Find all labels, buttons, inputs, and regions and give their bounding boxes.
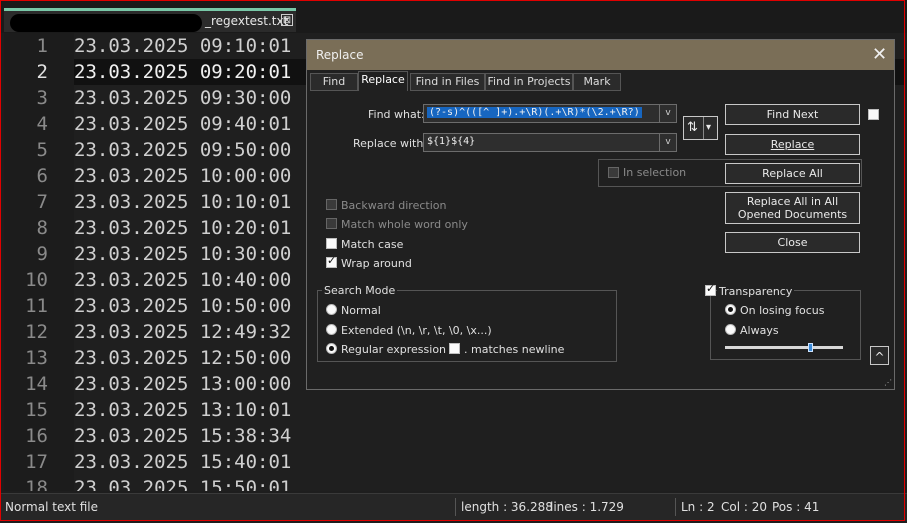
dot-matches-newline-checkbox[interactable] (449, 343, 460, 354)
line-number: 8 (36, 217, 48, 239)
line-number: 1 (36, 35, 48, 57)
find-next-button[interactable]: Find Next (725, 104, 860, 125)
replace-with-value[interactable]: ${1}${4} (427, 136, 475, 147)
regex-mode-label: Regular expression (341, 343, 447, 356)
line-number: 12 (25, 321, 48, 343)
line-number: 10 (25, 269, 48, 291)
search-mode-legend: Search Mode (322, 284, 398, 297)
backward-direction-label: Backward direction (341, 199, 447, 212)
transparency-slider-thumb[interactable] (807, 343, 813, 352)
in-selection-label: In selection (623, 166, 687, 179)
line-number: 11 (25, 295, 48, 317)
doc-lines: lines : 1.729 (550, 500, 624, 514)
find-what-label: Find what: (368, 108, 425, 121)
line-number: 16 (25, 425, 48, 447)
text-line[interactable]: 23.03.2025 15:40:01 (74, 449, 905, 475)
whole-word-checkbox[interactable] (326, 218, 337, 229)
line-number: 3 (36, 87, 48, 109)
line-number: 15 (25, 399, 48, 421)
swap-icon: ⇅ (687, 120, 698, 135)
match-case-checkbox[interactable] (326, 238, 337, 249)
text-line[interactable]: 23.03.2025 13:10:01 (74, 397, 905, 423)
in-selection-checkbox[interactable] (608, 167, 619, 178)
find-what-combo[interactable]: (?-s)^(([^ ]+).+\R)(.+\R)*(\2.+\R?) v (423, 104, 677, 123)
on-losing-focus-radio[interactable] (725, 304, 736, 315)
line-number: 9 (36, 243, 48, 265)
swap-dropdown-icon[interactable]: ▾ (706, 117, 711, 139)
doc-length: length : 36.288 (461, 500, 553, 514)
dot-matches-newline-label: . matches newline (464, 343, 565, 356)
status-bar: Normal text file length : 36.288 lines :… (0, 493, 907, 521)
tab-replace[interactable]: Replace (358, 71, 408, 91)
resize-grip-icon[interactable]: ⋰ (884, 378, 892, 387)
replace-history-dropdown-icon[interactable]: v (659, 134, 676, 151)
extended-mode-radio[interactable] (326, 324, 337, 335)
replace-with-combo[interactable]: ${1}${4} v (423, 133, 677, 152)
whole-word-label: Match whole word only (341, 218, 468, 231)
transparency-slider-track[interactable] (725, 346, 843, 349)
normal-mode-radio[interactable] (326, 304, 337, 315)
tab-bar: _regextest.txt ⊠ (0, 0, 907, 33)
tab-close-icon[interactable]: ⊠ (281, 14, 293, 26)
line-number: 18 (25, 477, 48, 491)
line-number: 14 (25, 373, 48, 395)
caret-position: Pos : 41 (772, 500, 820, 514)
wrap-around-checkbox[interactable] (326, 254, 337, 268)
swap-divider (703, 117, 704, 139)
dialog-close-icon[interactable]: ✕ (872, 44, 887, 65)
find-next-option-checkbox[interactable] (868, 109, 879, 120)
tab-find-in-files[interactable]: Find in Files (410, 73, 485, 91)
extended-mode-label: Extended (\n, \r, \t, \0, \x...) (341, 324, 492, 337)
replace-all-button[interactable]: Replace All (725, 163, 860, 184)
replace-all-opened-button[interactable]: Replace All in All Opened Documents (725, 192, 860, 224)
line-number: 4 (36, 113, 48, 135)
replace-with-label: Replace with: (353, 137, 428, 150)
tab-find-in-projects[interactable]: Find in Projects (485, 73, 573, 91)
line-number: 7 (36, 191, 48, 213)
file-type: Normal text file (5, 500, 99, 514)
text-line[interactable]: 23.03.2025 15:38:34 (74, 423, 905, 449)
always-label: Always (740, 324, 779, 337)
file-tab-label: _regextest.txt (205, 14, 289, 28)
wrap-around-label: Wrap around (341, 257, 412, 270)
line-number: 5 (36, 139, 48, 161)
line-number: 13 (25, 347, 48, 369)
redacted-path (10, 14, 202, 32)
line-number-gutter: 1 2 3 4 5 6 7 8 9 10 11 12 13 14 15 16 17 18 (4, 33, 74, 491)
tab-find[interactable]: Find (310, 73, 358, 91)
transparency-checkbox[interactable] (705, 282, 716, 296)
line-number: 17 (25, 451, 48, 473)
transparency-legend: Transparency (717, 285, 795, 298)
swap-button[interactable]: ⇅ ▾ (683, 116, 718, 140)
close-button[interactable]: Close (725, 232, 860, 253)
line-number: 6 (36, 165, 48, 187)
find-history-dropdown-icon[interactable]: v (659, 105, 676, 122)
chevron-up-icon: ^ (874, 350, 885, 364)
text-line[interactable]: 23.03.2025 15:50:01 (74, 475, 905, 491)
normal-mode-label: Normal (341, 304, 381, 317)
regex-mode-radio[interactable] (326, 343, 337, 354)
backward-direction-checkbox[interactable] (326, 199, 337, 210)
status-separator (455, 498, 456, 516)
dialog-title-bar[interactable]: Replace ✕ (307, 40, 894, 70)
caret-line: Ln : 2 (681, 500, 715, 514)
tab-mark[interactable]: Mark (573, 73, 621, 91)
on-losing-focus-label: On losing focus (740, 304, 825, 317)
always-radio[interactable] (725, 324, 736, 335)
replace-button[interactable]: Replace (725, 134, 860, 155)
collapse-button[interactable]: ^ (870, 346, 889, 365)
caret-column: Col : 20 (721, 500, 767, 514)
line-number: 2 (36, 61, 48, 83)
match-case-label: Match case (341, 238, 404, 251)
find-what-value[interactable]: (?-s)^(([^ ]+).+\R)(.+\R)*(\2.+\R?) (427, 107, 642, 118)
file-tab[interactable]: _regextest.txt ⊠ (4, 8, 296, 32)
status-separator (675, 498, 676, 516)
replace-dialog: Replace ✕ Find Replace Find in Files Fin… (306, 39, 895, 390)
dialog-title: Replace (316, 48, 364, 62)
